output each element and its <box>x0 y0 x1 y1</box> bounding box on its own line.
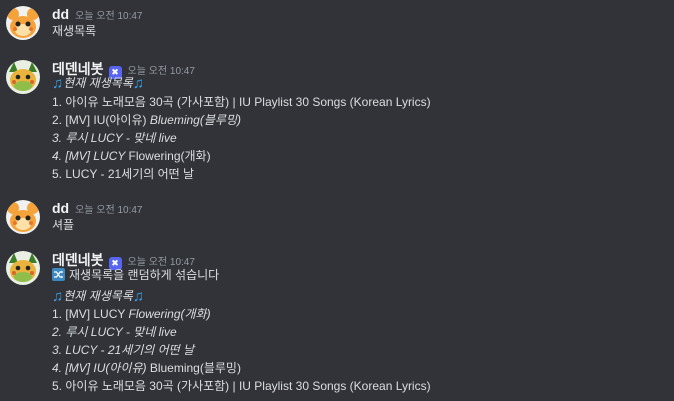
playlist-track: 1. [MV] LUCY Flowering(개화) <box>52 305 211 323</box>
playlist-heading: ♫현재 재생목록♫ <box>52 287 144 305</box>
track-title: 아이유 노래모음 30곡 (가사포함) | IU Playlist 30 Son… <box>65 379 431 393</box>
track-title-italic: Blueming(블루밍) <box>149 113 241 127</box>
shuffle-text: 재생목록을 랜덤하게 섞습니다 <box>69 268 220 282</box>
playlist-track: 3. LUCY - 21세기의 어떤 날 <box>52 341 194 359</box>
musical-notes-icon: ♫ <box>52 288 64 305</box>
dedenne-avatar-icon[interactable] <box>6 200 40 234</box>
message-bot-1: 데덴네봇 ✖ 오늘 오전 10:47 ♫현재 재생목록♫ 1. 아이유 노래모음… <box>0 54 674 190</box>
musical-notes-icon: ♫ <box>132 75 145 92</box>
track-number: 2. <box>52 113 63 127</box>
timestamp: 오늘 오전 10:47 <box>75 205 143 216</box>
playlist-track: 2. [MV] IU(아이유) Blueming(블루밍) <box>52 111 241 129</box>
chat-messages: dd 오늘 오전 10:47 재생목록 데덴네봇 ✖ 오늘 오전 10:47 ♫… <box>0 0 674 401</box>
track-title: LUCY - 21세기의 어떤 날 <box>65 167 195 181</box>
message-text: 재생목록 <box>52 24 97 38</box>
playlist-track: 5. 아이유 노래모음 30곡 (가사포함) | IU Playlist 30 … <box>52 377 431 395</box>
username[interactable]: dd <box>52 6 69 22</box>
message-dd-1: dd 오늘 오전 10:47 재생목록 <box>0 0 674 48</box>
timestamp: 오늘 오전 10:47 <box>75 11 143 22</box>
track-title-italic: Flowering(개화) <box>128 307 211 321</box>
playlist-track: 1. 아이유 노래모음 30곡 (가사포함) | IU Playlist 30 … <box>52 93 431 111</box>
track-number: 1. <box>52 307 63 321</box>
track-title-normal: Flowering(개화) <box>128 149 211 163</box>
track-title: [MV] IU(아이유) <box>65 361 147 375</box>
track-title: [MV] IU(아이유) <box>65 113 147 127</box>
track-number: 5. <box>52 167 63 181</box>
track-title: LUCY - 21세기의 어떤 날 <box>65 343 195 357</box>
track-number: 5. <box>52 379 63 393</box>
dedenne-bot-avatar-icon[interactable] <box>6 60 40 94</box>
track-number: 4. <box>52 361 63 375</box>
track-title: 아이유 노래모음 30곡 (가사포함) | IU Playlist 30 Son… <box>65 95 431 109</box>
track-title: 루시 LUCY - 맞네 live <box>65 325 177 339</box>
track-title: 루시 LUCY - 맞네 live <box>65 131 177 145</box>
playlist-track: 5. LUCY - 21세기의 어떤 날 <box>52 165 194 183</box>
heading-text: 현재 재생목록 <box>63 76 133 90</box>
shuffle-line: 재생목록을 랜덤하게 섞습니다 <box>52 266 219 284</box>
track-number: 3. <box>52 343 63 357</box>
message-dd-2: dd 오늘 오전 10:47 셔플 <box>0 196 674 244</box>
dedenne-bot-avatar-icon[interactable] <box>6 251 40 285</box>
track-number: 4. <box>52 149 63 163</box>
dedenne-avatar-icon[interactable] <box>6 6 40 40</box>
playlist-heading: ♫현재 재생목록♫ <box>52 74 144 92</box>
shuffle-icon <box>52 268 65 281</box>
musical-notes-icon: ♫ <box>132 288 145 305</box>
message-text: 셔플 <box>52 218 75 232</box>
track-number: 1. <box>52 95 63 109</box>
message-bot-2: 데덴네봇 ✖ 오늘 오전 10:47 재생목록을 랜덤하게 섞습니다 ♫현재 재… <box>0 245 674 401</box>
playlist-track: 4. [MV] LUCY Flowering(개화) <box>52 147 211 165</box>
playlist-track: 4. [MV] IU(아이유) Blueming(블루밍) <box>52 359 241 377</box>
musical-notes-icon: ♫ <box>52 75 64 92</box>
track-title-normal: Blueming(블루밍) <box>149 361 241 375</box>
username[interactable]: dd <box>52 200 69 216</box>
track-title: [MV] LUCY <box>65 149 126 163</box>
heading-text: 현재 재생목록 <box>63 289 133 303</box>
playlist-track: 2. 루시 LUCY - 맞네 live <box>52 323 177 341</box>
track-number: 2. <box>52 325 63 339</box>
track-number: 3. <box>52 131 63 145</box>
track-title: [MV] LUCY <box>65 307 126 321</box>
playlist-track: 3. 루시 LUCY - 맞네 live <box>52 129 177 147</box>
